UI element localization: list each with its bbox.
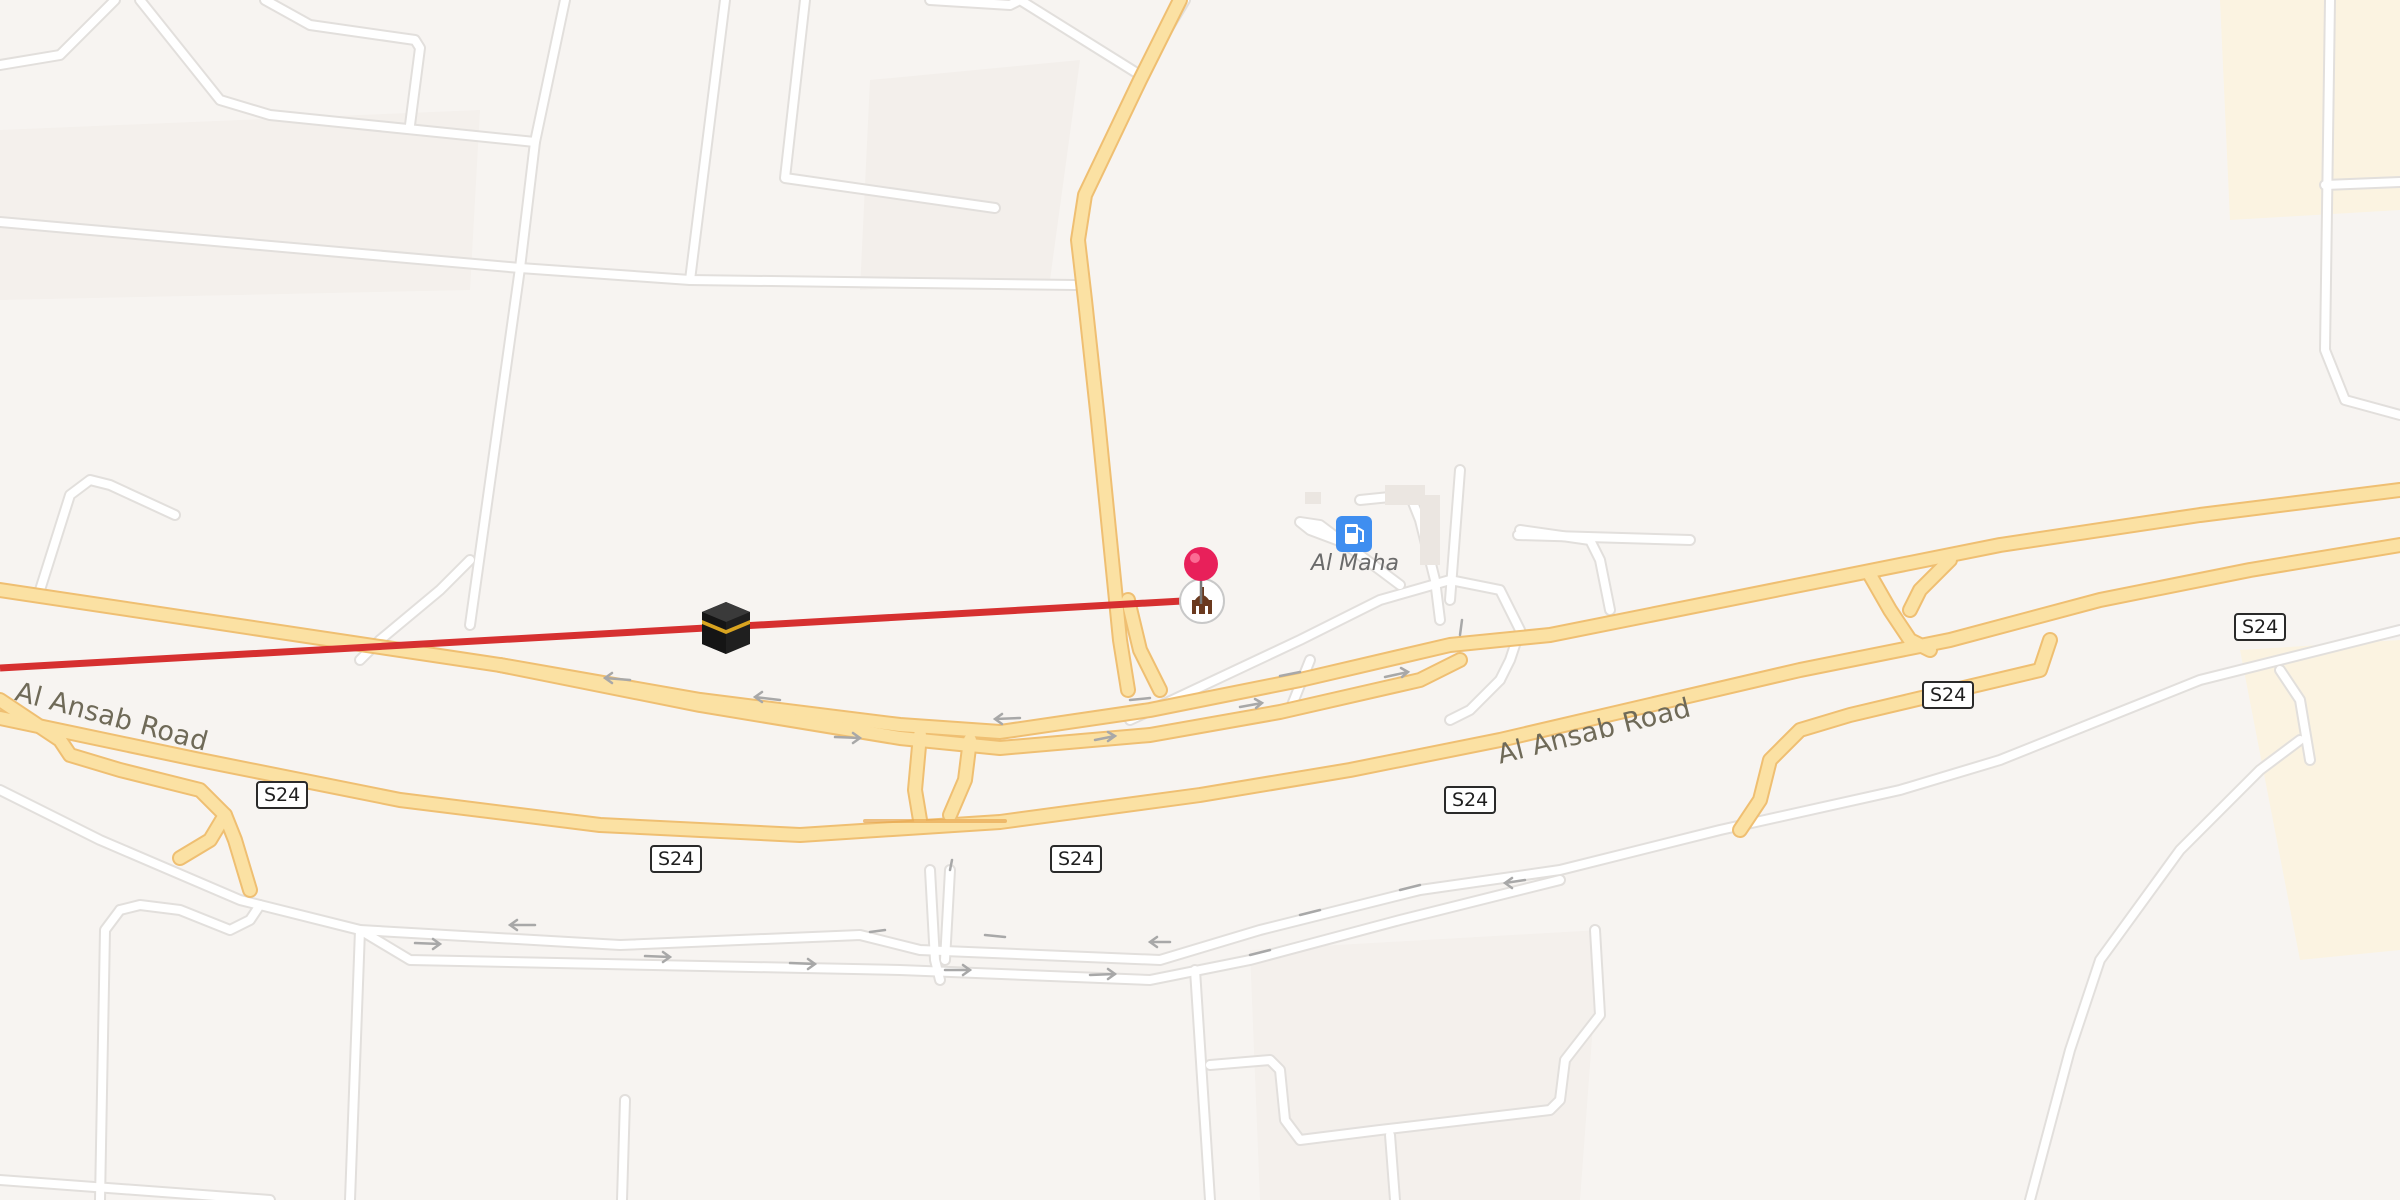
- poi-label-al-maha[interactable]: Al Maha: [1311, 551, 1399, 576]
- route-shield-s24: S24: [2234, 613, 2287, 641]
- route-shield-s24: S24: [1444, 786, 1497, 814]
- location-pin-icon[interactable]: [1181, 546, 1221, 611]
- route-shield-s24: S24: [1922, 681, 1975, 709]
- map-canvas[interactable]: Al Ansab Road Al Ansab Road S24 S24 S24 …: [0, 0, 2400, 1200]
- fuel-station-icon[interactable]: [1336, 516, 1372, 552]
- route-shield-s24: S24: [256, 781, 309, 809]
- route-shield-s24: S24: [650, 845, 703, 873]
- route-shield-s24: S24: [1050, 845, 1103, 873]
- kaaba-icon[interactable]: [698, 600, 754, 661]
